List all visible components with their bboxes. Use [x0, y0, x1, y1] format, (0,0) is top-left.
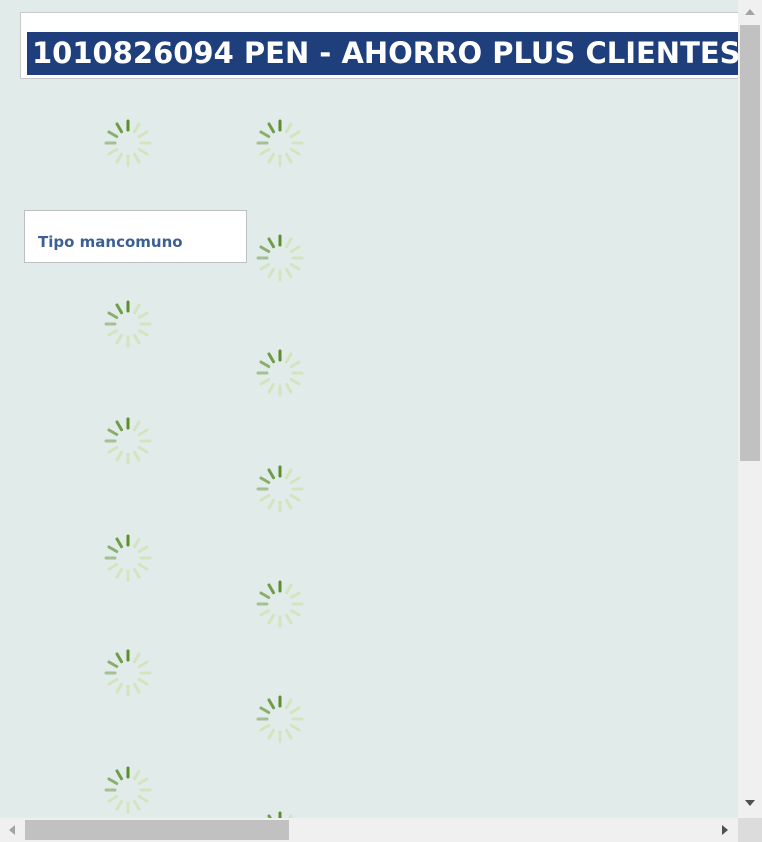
scrollbar-corner	[738, 818, 762, 842]
loading-spinner-icon	[255, 348, 305, 398]
loading-spinner-icon	[255, 118, 305, 168]
scroll-left-arrow-icon[interactable]	[9, 825, 15, 835]
loading-spinner-icon	[103, 533, 153, 583]
scroll-up-arrow-icon[interactable]	[745, 9, 755, 15]
loading-spinner-icon	[103, 299, 153, 349]
loading-spinner-icon	[103, 416, 153, 466]
loading-spinner-icon	[255, 233, 305, 283]
account-header-card: 1010826094 PEN - AHORRO PLUS CLIENTES Oy	[20, 12, 738, 79]
tipo-mancomuno-popup[interactable]: Tipo mancomuno	[24, 210, 247, 263]
vertical-scrollbar[interactable]	[738, 0, 762, 818]
horizontal-scroll-thumb[interactable]	[25, 820, 289, 840]
loading-spinner-icon	[255, 579, 305, 629]
scroll-down-arrow-icon[interactable]	[745, 800, 755, 806]
loading-spinner-icon	[255, 810, 305, 818]
horizontal-scrollbar[interactable]	[0, 818, 738, 842]
loading-spinner-icon	[255, 464, 305, 514]
loading-spinner-icon	[103, 648, 153, 698]
scroll-right-arrow-icon[interactable]	[722, 825, 728, 835]
vertical-scroll-thumb[interactable]	[740, 25, 760, 461]
popup-label: Tipo mancomuno	[38, 233, 183, 251]
loading-spinner-icon	[255, 694, 305, 744]
page-viewport: 1010826094 PEN - AHORRO PLUS CLIENTES Oy…	[0, 0, 738, 818]
account-title: 1010826094 PEN - AHORRO PLUS CLIENTES Oy	[27, 32, 738, 75]
loading-spinner-icon	[103, 118, 153, 168]
loading-spinner-icon	[103, 765, 153, 815]
